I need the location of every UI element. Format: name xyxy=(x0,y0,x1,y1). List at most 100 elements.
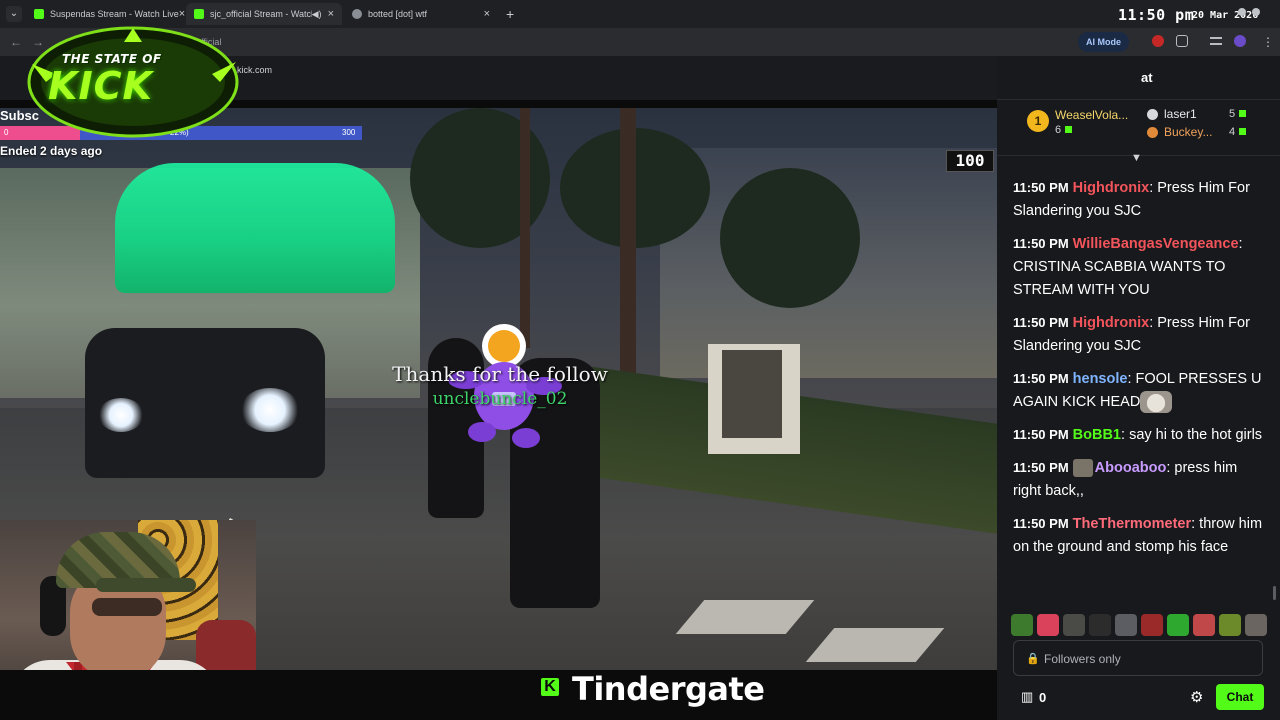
chat-message: 11:50 PM BoBB1: say hi to the hot girls xyxy=(1013,423,1267,447)
send-chat-button[interactable]: Chat xyxy=(1216,684,1264,710)
speaker-icon[interactable]: ◀) xyxy=(312,9,322,20)
logo-wordmark: KICK xyxy=(48,64,153,108)
follow-alert-text: Thanks for the follow xyxy=(392,362,608,386)
tab-label: Suspendas Stream - Watch Live xyxy=(50,9,179,19)
chat-message: 11:50 PM Highdronix: Press Him For Slande… xyxy=(1013,176,1267,223)
emote-bar xyxy=(1011,614,1267,640)
first-place-badge: 1 xyxy=(1027,110,1049,132)
window-minimize-icon[interactable] xyxy=(1238,8,1246,16)
bronze-medal-icon xyxy=(1147,127,1158,138)
message-username[interactable]: Abooaboo xyxy=(1095,460,1167,476)
collapse-pinned-icon[interactable]: ▼ xyxy=(1131,152,1142,164)
back-icon[interactable]: ← xyxy=(10,35,22,49)
emote-icon[interactable] xyxy=(1115,614,1137,636)
chat-message: 11:50 PM Abooaboo: press him right back,, xyxy=(1013,456,1267,503)
chat-header-label: at xyxy=(1141,70,1153,85)
site-url: kick.com xyxy=(237,65,273,75)
leaderboard-name[interactable]: Buckey... xyxy=(1164,125,1212,139)
webcam-glasses xyxy=(92,598,162,616)
kick-favicon-icon xyxy=(34,9,44,19)
sub-goal-start: 0 xyxy=(4,128,9,137)
emote-icon[interactable] xyxy=(1141,614,1163,636)
reading-list-icon[interactable] xyxy=(1210,37,1222,45)
message-username[interactable]: WillieBangasVengeance xyxy=(1073,236,1239,252)
message-username[interactable]: Highdronix xyxy=(1073,315,1150,331)
silver-medal-icon xyxy=(1147,109,1158,120)
emote-icon[interactable] xyxy=(1063,614,1085,636)
emote-icon[interactable] xyxy=(1089,614,1111,636)
channel-points-icon[interactable]: ▥ xyxy=(1021,689,1033,705)
profile-avatar-icon[interactable] xyxy=(1234,35,1246,47)
leaderboard-count: 6 xyxy=(1055,124,1073,136)
follow-alert: Thanks for the follow unclebuncle_02 xyxy=(390,362,610,409)
chat-footer: ▥ 0 ⚙ Chat xyxy=(997,682,1280,720)
tab-search-button[interactable]: ⌄ xyxy=(6,6,22,22)
chat-panel: at 1 WeaselVola... 6 laser1 5 Buckey... … xyxy=(997,56,1280,720)
video-scene-headlight xyxy=(240,388,300,432)
tab-label: botted [dot] wtf xyxy=(368,9,428,19)
cat-emote-icon xyxy=(1140,391,1173,414)
message-timestamp: 11:50 PM xyxy=(1013,371,1069,386)
gem-icon xyxy=(1239,110,1247,117)
ai-mode-button[interactable]: AI Mode xyxy=(1078,32,1129,52)
more-menu-icon[interactable]: ⋮ xyxy=(1262,35,1274,49)
message-separator: : xyxy=(1191,516,1200,532)
new-tab-button[interactable]: + xyxy=(506,6,514,22)
close-tab-icon[interactable]: × xyxy=(484,8,490,20)
close-tab-icon[interactable]: × xyxy=(328,8,334,20)
message-separator: : xyxy=(1238,236,1243,252)
gem-icon xyxy=(1065,126,1073,133)
user-badge-icon xyxy=(1072,459,1093,478)
chat-message-list: 11:50 PM Highdronix: Press Him For Slande… xyxy=(1013,176,1267,568)
leaderboard-name[interactable]: laser1 xyxy=(1164,107,1197,121)
chat-message: 11:50 PM Highdronix: Press Him For Slande… xyxy=(1013,311,1267,358)
address-bar[interactable]: official xyxy=(196,32,1036,52)
overlay-date: 20 Mar 2026 xyxy=(1192,10,1259,21)
gear-icon[interactable]: ⚙ xyxy=(1190,688,1203,706)
message-username[interactable]: hensole xyxy=(1073,371,1128,387)
close-tab-icon[interactable]: × xyxy=(179,8,185,20)
message-separator: : xyxy=(1121,427,1130,443)
message-username[interactable]: Highdronix xyxy=(1073,180,1150,196)
video-scene-sign xyxy=(708,344,800,454)
emote-icon[interactable] xyxy=(1193,614,1215,636)
message-timestamp: 11:50 PM xyxy=(1013,180,1069,195)
video-scene-headlight xyxy=(98,398,144,432)
chat-message-input[interactable]: 🔒 Followers only xyxy=(1013,640,1263,676)
leaderboard-name[interactable]: WeaselVola... xyxy=(1055,108,1128,122)
message-timestamp: 11:50 PM xyxy=(1013,315,1069,330)
emote-icon[interactable] xyxy=(1037,614,1059,636)
gift-leaderboard: 1 WeaselVola... 6 laser1 5 Buckey... 4 xyxy=(997,100,1280,156)
tab-botted-wtf[interactable]: botted [dot] wtf × xyxy=(344,3,498,25)
gem-icon xyxy=(1239,128,1247,135)
leaderboard-count: 5 xyxy=(1229,108,1247,120)
chat-message: 11:50 PM TheThermometer: throw him on the… xyxy=(1013,512,1267,559)
lock-icon: 🔒 xyxy=(1026,653,1040,665)
video-scene-neon-canopy xyxy=(115,163,395,293)
message-username[interactable]: BoBB1 xyxy=(1073,427,1121,443)
message-text: CRISTINA SCABBIA WANTS TO STREAM WITH YO… xyxy=(1013,259,1226,298)
globe-favicon-icon xyxy=(352,9,362,19)
tab-sjc-official-stream[interactable]: sjc_official Stream - Watch L ◀) × xyxy=(186,3,342,25)
extensions-icon[interactable] xyxy=(1176,35,1188,47)
chat-input-placeholder: Followers only xyxy=(1044,652,1121,666)
record-icon[interactable] xyxy=(1152,35,1164,47)
follow-alert-username: unclebuncle_02 xyxy=(432,389,568,409)
webcam-cap-brim xyxy=(96,578,196,592)
chat-scrollbar[interactable] xyxy=(1273,586,1276,600)
message-username[interactable]: TheThermometer xyxy=(1073,516,1191,532)
message-timestamp: 11:50 PM xyxy=(1013,427,1069,442)
kick-logo-icon: K xyxy=(541,678,559,696)
emote-icon[interactable] xyxy=(1219,614,1241,636)
message-timestamp: 11:50 PM xyxy=(1013,460,1069,475)
emote-icon[interactable] xyxy=(1245,614,1267,636)
emote-icon[interactable] xyxy=(1011,614,1033,636)
chat-message: 11:50 PM hensole: FOOL PRESSES U AGAIN KI… xyxy=(1013,367,1267,414)
channel-points-value: 0 xyxy=(1039,690,1047,705)
emote-icon[interactable] xyxy=(1167,614,1189,636)
leaderboard-count: 4 xyxy=(1229,126,1247,138)
tab-suspendas-stream[interactable]: Suspendas Stream - Watch Live × xyxy=(26,3,185,25)
video-scene-palm-trunk xyxy=(520,108,530,348)
message-text: say hi to the hot girls xyxy=(1129,427,1263,443)
window-maximize-icon[interactable] xyxy=(1252,8,1260,16)
